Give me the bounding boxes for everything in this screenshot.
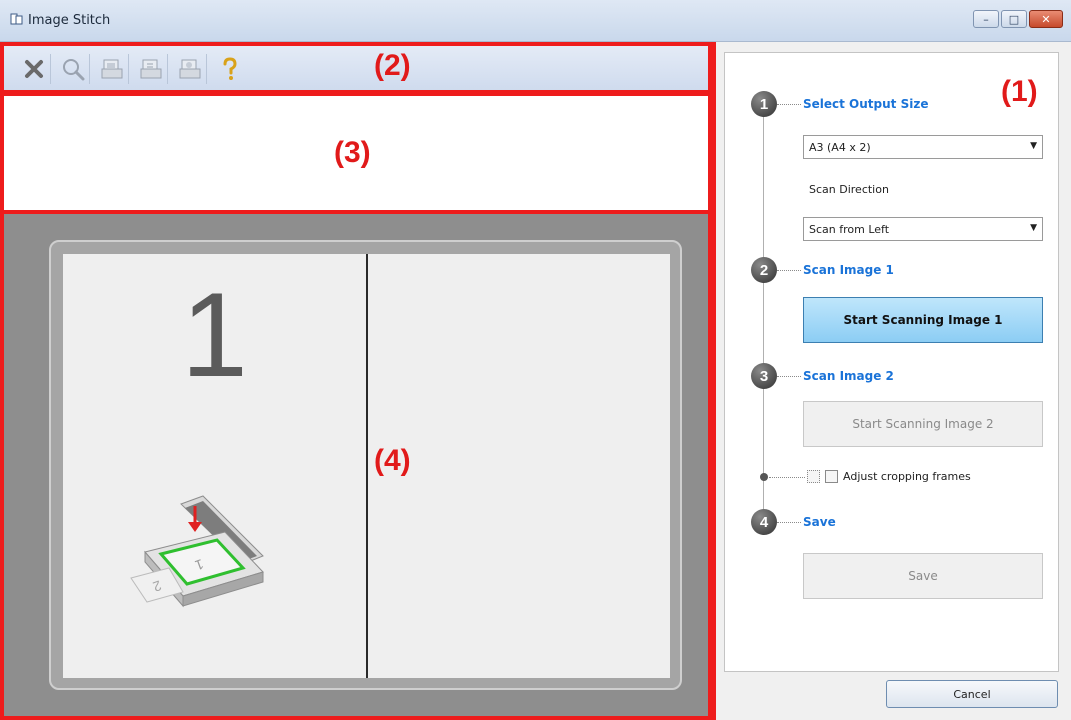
minimize-icon: – [983, 12, 989, 26]
zoom-icon [63, 59, 85, 81]
maximize-button[interactable]: □ [1001, 10, 1027, 28]
adjust-cropping-focus-box [807, 470, 820, 483]
preview-page-1: 1 1 2 [63, 254, 366, 678]
chevron-down-icon: ▼ [1030, 141, 1037, 151]
page-1-number: 1 [181, 268, 248, 402]
scan-image-icon [140, 59, 162, 79]
title-bar: Image Stitch – □ ✕ [0, 0, 1071, 42]
minimize-button[interactable]: – [973, 10, 999, 28]
close-button[interactable]: ✕ [1029, 10, 1063, 28]
adjust-dash [769, 477, 805, 478]
print-image-icon [179, 59, 201, 79]
help-icon [223, 57, 237, 80]
step-4-badge: 4 [751, 509, 777, 535]
toolbar: (2) [0, 42, 712, 94]
zoom-button[interactable] [57, 54, 90, 84]
step-2-badge: 2 [751, 257, 777, 283]
save-image-button[interactable] [96, 54, 129, 84]
step-3-title: Scan Image 2 [803, 369, 894, 383]
chevron-down-icon: ▼ [1030, 223, 1037, 233]
maximize-icon: □ [1008, 12, 1020, 26]
help-button[interactable] [213, 54, 246, 84]
adjust-cropping-label: Adjust cropping frames [843, 470, 971, 483]
app-icon [10, 13, 23, 25]
settings-panel: (1) 1 Select Output Size A3 (A4 x 2) ▼ S… [712, 42, 1071, 720]
preview-frame: 1 1 2 [49, 240, 682, 690]
settings-region-label: (1) [1001, 75, 1038, 108]
step-1-badge: 1 [751, 91, 777, 117]
print-image-button[interactable] [174, 54, 207, 84]
thumbnail-region-label: (3) [334, 136, 371, 169]
settings-steps: (1) 1 Select Output Size A3 (A4 x 2) ▼ S… [724, 52, 1059, 672]
save-image-icon [101, 59, 123, 79]
save-button[interactable]: Save [803, 553, 1043, 599]
adjust-cropping-checkbox[interactable] [825, 470, 838, 483]
cancel-button[interactable]: Cancel [886, 680, 1058, 708]
step-1-title: Select Output Size [803, 97, 929, 111]
window-title: Image Stitch [28, 13, 111, 28]
preview-region-label: (4) [374, 444, 411, 477]
scan-direction-select[interactable]: Scan from Left ▼ [803, 217, 1043, 241]
output-size-value: A3 (A4 x 2) [809, 141, 871, 154]
preview-page-2 [368, 254, 670, 678]
step-4-title: Save [803, 515, 836, 529]
scan-image-button[interactable] [135, 54, 168, 84]
step-4-dash [777, 522, 801, 523]
thumbnail-area[interactable]: (3) [0, 92, 712, 214]
close-icon: ✕ [1041, 12, 1051, 26]
adjust-step-dot [760, 473, 768, 481]
step-1-dash [777, 104, 801, 105]
preview-area: 1 1 2 (4) [0, 210, 712, 720]
delete-button[interactable] [18, 54, 51, 84]
start-scanning-image-1-button[interactable]: Start Scanning Image 1 [803, 297, 1043, 343]
step-2-title: Scan Image 1 [803, 263, 894, 277]
scan-direction-value: Scan from Left [809, 223, 890, 236]
main-area: (2) (3) 1 1 2 (4) [0, 42, 712, 720]
scanner-icon: 1 2 [130, 495, 264, 608]
start-scanning-image-2-button[interactable]: Start Scanning Image 2 [803, 401, 1043, 447]
toolbar-region-label: (2) [374, 49, 411, 82]
step-3-dash [777, 376, 801, 377]
delete-icon [25, 60, 43, 78]
step-2-dash [777, 270, 801, 271]
scan-direction-label: Scan Direction [809, 183, 889, 196]
step-3-badge: 3 [751, 363, 777, 389]
output-size-select[interactable]: A3 (A4 x 2) ▼ [803, 135, 1043, 159]
step-connector-line [763, 105, 764, 535]
